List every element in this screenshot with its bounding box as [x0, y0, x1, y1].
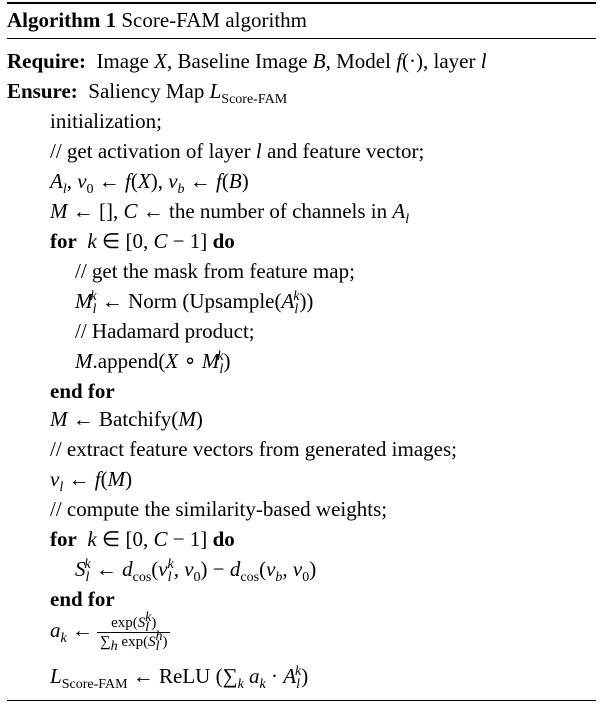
comment-extract: // extract feature vectors from generate…	[50, 437, 457, 461]
header-rule	[7, 38, 596, 39]
require-line: Require: Image X, Baseline Image B, Mode…	[7, 47, 487, 75]
ensure-keyword: Ensure:	[7, 79, 78, 103]
comment-similarity: // compute the similarity-based weights;	[50, 497, 388, 521]
algorithm-title: Score-FAM algorithm	[121, 8, 307, 32]
batchify-line: M ← Batchify(M)	[50, 407, 203, 431]
end-for-1: end for	[50, 379, 115, 403]
ensure-text: Saliency Map LScore-FAM	[88, 79, 288, 108]
require-keyword: Require:	[7, 49, 86, 73]
weight-line: ak ← exp(Slk) ∑h exp(Slh)	[50, 605, 171, 655]
comment-hadamard: // Hadamard product;	[75, 319, 255, 343]
activation-line: Al, v0 ← f(X), vb ← f(B)	[50, 169, 249, 198]
bottom-rule	[7, 700, 596, 701]
init-m-line: M ← [], C ← the number of channels in Al	[50, 199, 410, 228]
weight-fraction: exp(Slk) ∑h exp(Slh)	[96, 610, 171, 653]
mask-line: Mlk ← Norm (Upsample(Alk))	[75, 289, 314, 318]
features-line: vl ← f(M)	[50, 467, 133, 496]
comment-activation: // get activation of layer l and feature…	[50, 139, 425, 163]
append-line: M.append(X ∘ Mlk)	[75, 349, 231, 378]
top-rule	[7, 2, 596, 4]
init-line: initialization;	[50, 109, 162, 133]
score-line: Slk ← dcos(vlk, v0) − dcos(vb, v0)	[75, 557, 317, 586]
algorithm-label: Algorithm 1	[7, 8, 117, 32]
for-loop-1: for k ∈ [0, C − 1] do	[50, 229, 235, 253]
algorithm-header: Algorithm 1 Score-FAM algorithm	[7, 6, 307, 34]
comment-mask: // get the mask from feature map;	[75, 259, 355, 283]
for-loop-2: for k ∈ [0, C − 1] do	[50, 527, 235, 551]
final-line: LScore-FAM ← ReLU (∑k ak · Alk)	[50, 664, 309, 693]
ensure-line: Ensure: Saliency Map LScore-FAM	[7, 77, 288, 108]
require-text: Image X, Baseline Image B, Model f(·), l…	[96, 49, 487, 73]
